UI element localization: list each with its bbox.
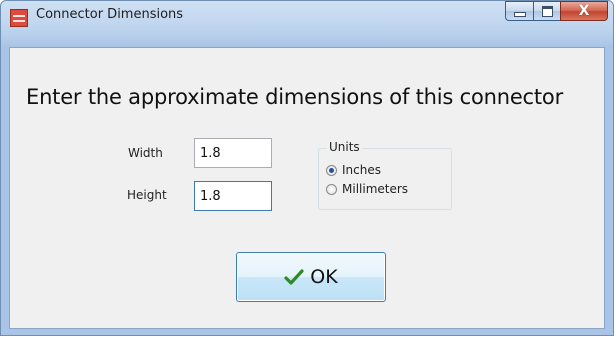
app-icon xyxy=(10,9,28,27)
units-group: Units Inches Millimeters xyxy=(318,140,452,210)
ok-label: OK xyxy=(310,266,338,288)
height-input[interactable] xyxy=(194,181,272,211)
maximize-button[interactable] xyxy=(533,1,560,21)
radio-millimeters[interactable]: Millimeters xyxy=(326,182,408,196)
minimize-button[interactable] xyxy=(505,1,533,21)
height-label: Height xyxy=(127,188,167,202)
close-button[interactable]: X xyxy=(560,1,608,21)
close-icon: X xyxy=(578,3,590,19)
width-input[interactable] xyxy=(194,138,272,168)
radio-selected-icon[interactable] xyxy=(326,164,337,176)
title-bar[interactable]: Connector Dimensions X xyxy=(1,1,613,47)
radio-millimeters-label: Millimeters xyxy=(342,182,409,196)
window-title: Connector Dimensions xyxy=(36,7,184,22)
caption-buttons: X xyxy=(505,1,608,23)
ok-button[interactable]: OK xyxy=(236,252,386,302)
width-label: Width xyxy=(128,146,163,160)
radio-inches-label: Inches xyxy=(342,163,381,177)
maximize-icon xyxy=(541,5,553,17)
radio-unselected-icon[interactable] xyxy=(326,183,337,195)
instruction-text: Enter the approximate dimensions of this… xyxy=(26,85,564,109)
minimize-icon xyxy=(513,12,526,17)
checkmark-icon xyxy=(284,269,304,285)
units-legend: Units xyxy=(327,140,362,154)
radio-inches[interactable]: Inches xyxy=(326,163,381,177)
